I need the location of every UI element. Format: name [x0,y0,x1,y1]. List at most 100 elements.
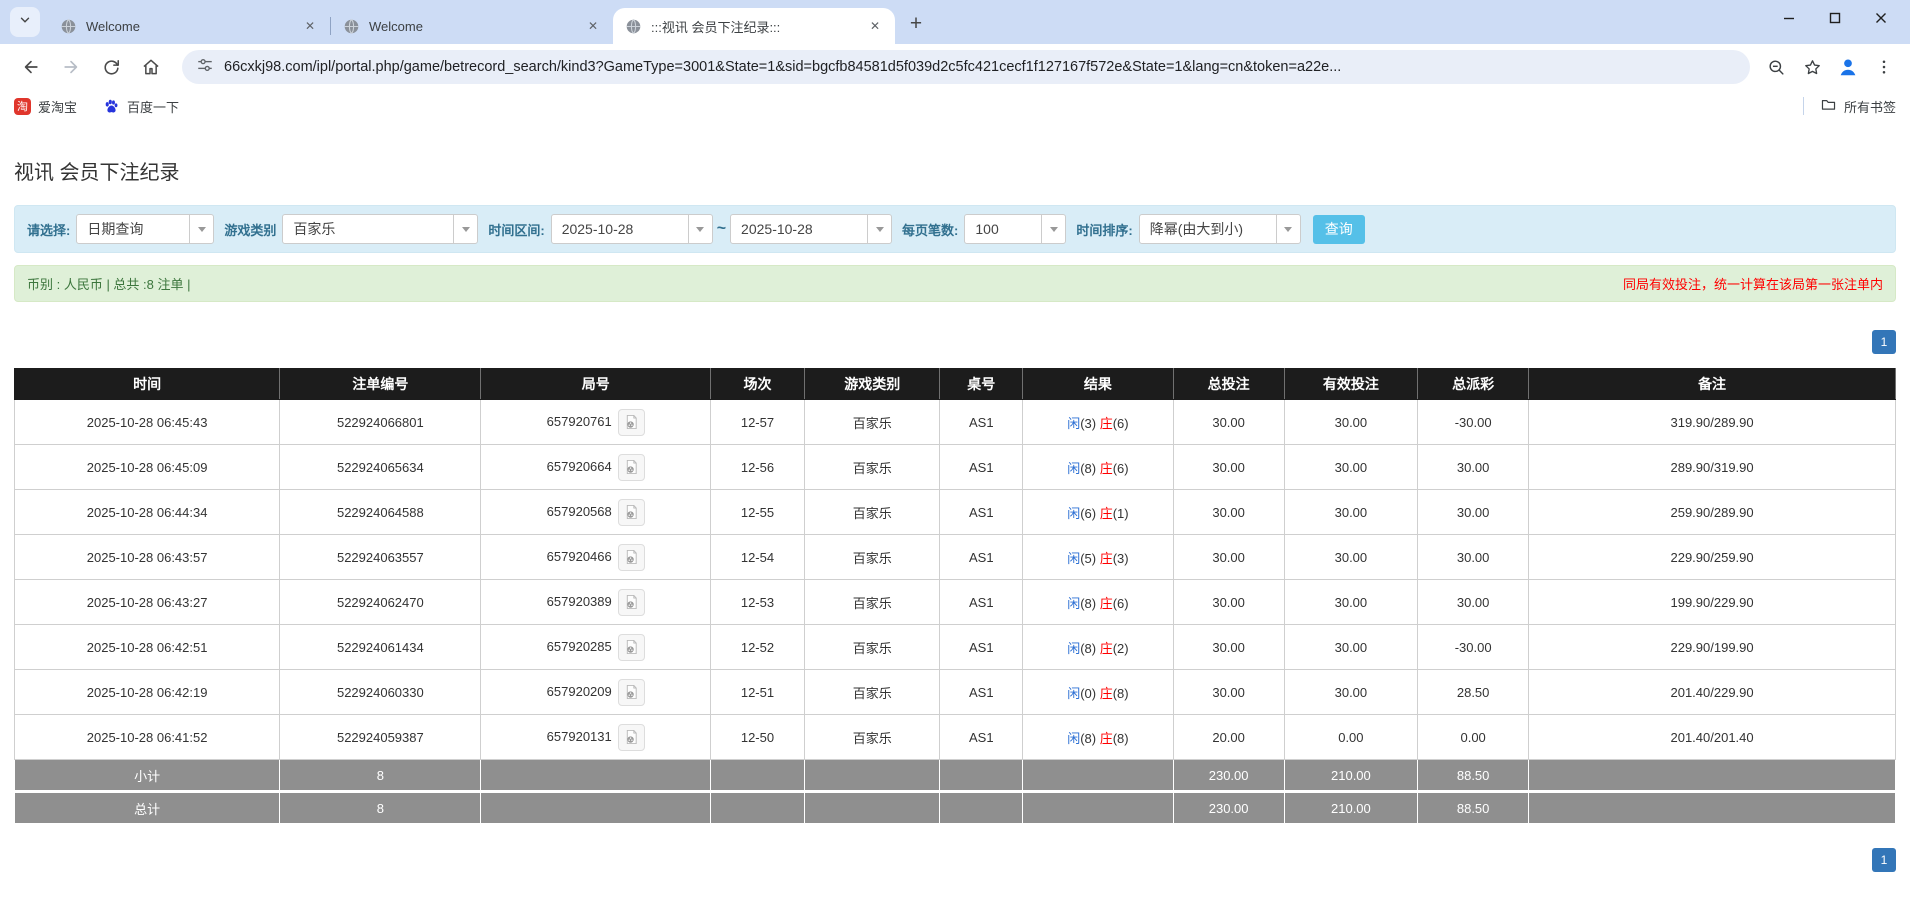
cell-payout: 30.00 [1417,489,1530,535]
date-from-select[interactable]: 2025-10-28 [550,214,713,244]
tab-search-button[interactable] [10,7,40,37]
close-icon[interactable]: ✕ [583,16,603,36]
cell-bet-id: 522924059387 [279,714,482,760]
query-type-select[interactable]: 日期查询 [76,214,215,244]
bookmark-baidu[interactable]: 百度一下 [103,97,179,116]
replay-video-button[interactable] [617,453,645,481]
page-1-button[interactable]: 1 [1872,848,1896,872]
cell-total-bet: 230.00 [1172,759,1285,792]
bookmark-star-icon[interactable] [1796,51,1828,83]
tab-welcome-2[interactable]: Welcome ✕ [331,8,613,44]
replay-video-button[interactable] [617,543,645,571]
tab-welcome-1[interactable]: Welcome ✕ [48,8,330,44]
cell-game-type: 百家乐 [803,534,941,580]
reload-button[interactable] [94,50,128,84]
forward-button[interactable] [54,50,88,84]
sort-select[interactable]: 降幂(由大到小) [1138,214,1301,244]
chevron-down-icon [18,13,32,32]
query-button[interactable]: 查询 [1312,214,1365,244]
cell-total-bet[interactable]: 20.00 [1172,714,1285,760]
cell-valid-bet: 0.00 [1283,714,1419,760]
site-info-icon[interactable] [196,56,214,79]
note-text: 同局有效投注，统一计算在该局第一张注单内 [1622,277,1883,292]
cell-total-bet[interactable]: 30.00 [1172,489,1285,535]
chevron-down-icon [867,215,891,243]
subtotal-row: 小计 8 230.00 210.00 88.50 [13,759,1896,792]
cell-table-no: AS1 [939,579,1024,625]
table-header-row: 时间 注单编号 局号 场次 游戏类别 桌号 结果 总投注 有效投注 总派彩 备注 [13,368,1896,400]
tab-bet-records[interactable]: :::视讯 会员下注纪录::: ✕ [613,8,895,44]
cell-round-id: 657920664 [480,444,711,490]
cell-session: 12-54 [709,534,806,580]
tab-label: Welcome [369,18,423,34]
cell-total-bet[interactable]: 30.00 [1172,624,1285,670]
cell-total-bet[interactable]: 30.00 [1172,669,1285,715]
replay-video-button[interactable] [617,588,645,616]
cell-empty [480,759,711,792]
chevron-down-icon [687,215,712,243]
cell-empty [803,759,941,792]
taobao-icon: 淘 [14,97,31,115]
cell-table-no: AS1 [939,444,1024,490]
query-type-label: 请选择: [27,222,71,238]
minimize-button[interactable] [1766,0,1812,36]
game-type-select[interactable]: 百家乐 [282,214,479,244]
cell-total-bet[interactable]: 30.00 [1172,579,1285,625]
replay-video-button[interactable] [617,633,645,661]
cell-valid-bet: 30.00 [1283,444,1419,490]
close-icon[interactable]: ✕ [865,16,885,36]
cell-remark: 201.40/201.40 [1528,714,1896,760]
bookmark-aitaobao[interactable]: 淘 爱淘宝 [14,97,77,116]
profile-avatar[interactable] [1832,51,1864,83]
replay-video-button[interactable] [617,678,645,706]
table-row: 2025-10-28 06:44:34 522924064588 657920568… [13,489,1896,535]
address-bar[interactable]: 66cxkj98.com/ipl/portal.php/game/betreco… [182,50,1750,84]
cell-time: 2025-10-28 06:42:19 [13,669,281,715]
home-button[interactable] [134,50,168,84]
cell-total-bet[interactable]: 30.00 [1172,444,1285,490]
page-size-select[interactable]: 100 [964,214,1067,244]
chevron-down-icon [453,215,477,243]
replay-video-button[interactable] [617,498,645,526]
cell-bet-id: 522924066801 [279,399,482,445]
cell-game-type: 百家乐 [803,399,941,445]
column-header: 桌号 [939,368,1024,400]
cell-payout: 30.00 [1417,444,1530,490]
replay-video-button[interactable] [617,408,645,436]
url-text[interactable]: 66cxkj98.com/ipl/portal.php/game/betreco… [224,59,1736,75]
filter-bar: 请选择: 日期查询 游戏类别 百家乐 时间区间: 2025-10-28 ~ 20… [14,205,1896,253]
cell-time: 2025-10-28 06:42:51 [13,624,281,670]
cell-round-id: 657920131 [480,714,711,760]
table-row: 2025-10-28 06:41:52 522924059387 657920131… [13,714,1896,760]
cell-table-no: AS1 [939,669,1024,715]
all-bookmarks[interactable]: 所有书签 [1802,96,1896,116]
cell-time: 2025-10-28 06:43:57 [13,534,281,580]
date-to-select[interactable]: 2025-10-28 [730,214,893,244]
table-row: 2025-10-28 06:43:27 522924062470 657920389… [13,579,1896,625]
cell-time: 2025-10-28 06:45:43 [13,399,281,445]
baidu-paw-icon [103,98,120,115]
replay-video-button[interactable] [617,723,645,751]
maximize-button[interactable] [1812,0,1858,36]
round-number: 657920131 [546,728,612,744]
cell-session: 12-55 [709,489,806,535]
cell-total-bet[interactable]: 30.00 [1172,399,1285,445]
column-header: 注单编号 [279,368,482,400]
close-icon[interactable]: ✕ [300,16,320,36]
cell-remark: 199.90/229.90 [1528,579,1896,625]
page-1-button[interactable]: 1 [1872,330,1896,354]
menu-dots-icon[interactable] [1868,51,1900,83]
sort-label: 时间排序: [1076,222,1133,238]
round-number: 657920285 [546,638,612,654]
cell-payout: 0.00 [1417,714,1530,760]
back-button[interactable] [14,50,48,84]
cell-valid-bet: 30.00 [1283,534,1419,580]
currency-summary: 币别 : 人民币 | 总共 :8 注单 | [27,277,191,292]
zoom-icon[interactable] [1760,51,1792,83]
close-window-button[interactable] [1858,0,1904,36]
new-tab-button[interactable]: + [901,9,931,39]
divider [1802,97,1804,115]
cell-time: 2025-10-28 06:41:52 [13,714,281,760]
cell-total-bet[interactable]: 30.00 [1172,534,1285,580]
cell-game-type: 百家乐 [803,669,941,715]
